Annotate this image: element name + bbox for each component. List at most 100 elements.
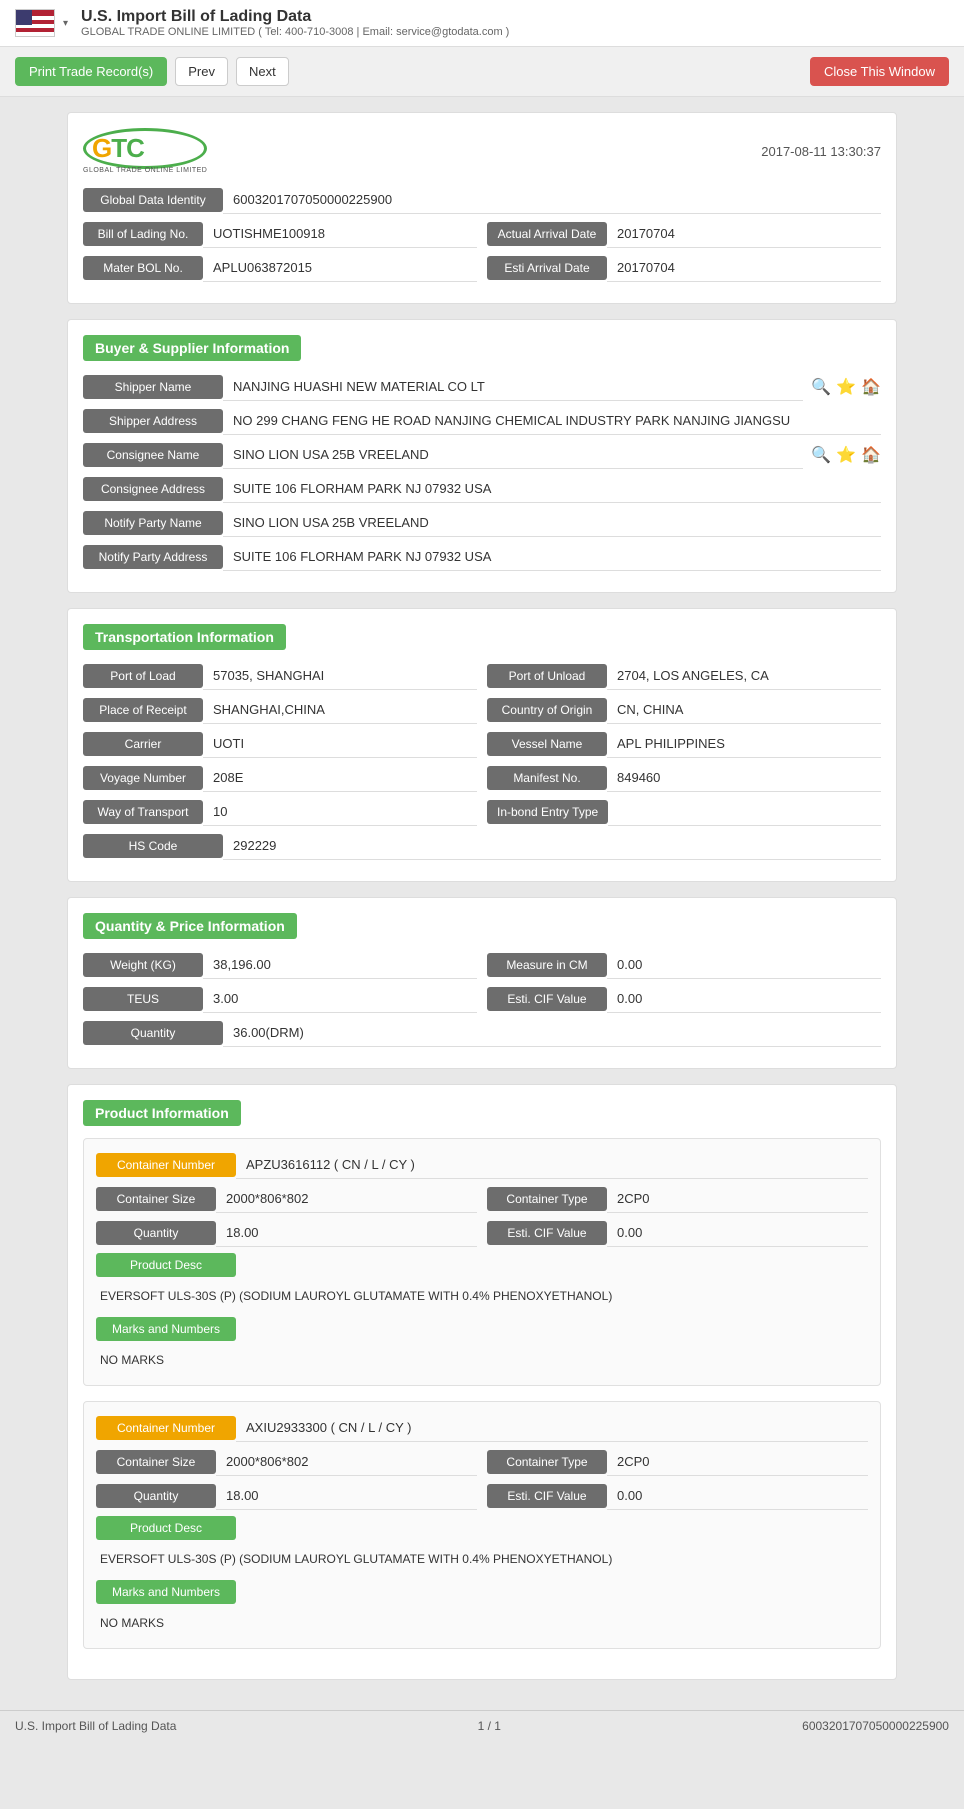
timestamp: 2017-08-11 13:30:37 <box>761 144 881 159</box>
weight-label: Weight (KG) <box>83 953 203 977</box>
container-1-type-value: 2CP0 <box>607 1185 868 1213</box>
esti-cif-qp-col: Esti. CIF Value 0.00 <box>487 985 881 1013</box>
container-1-type-label: Container Type <box>487 1187 607 1211</box>
footer-middle: 1 / 1 <box>478 1719 501 1733</box>
container-2-qty-label: Quantity <box>96 1484 216 1508</box>
shipper-name-label: Shipper Name <box>83 375 223 399</box>
container-2-cif-value: 0.00 <box>607 1482 868 1510</box>
buyer-supplier-card: Buyer & Supplier Information Shipper Nam… <box>67 319 897 593</box>
notify-party-address-row: Notify Party Address SUITE 106 FLORHAM P… <box>83 543 881 571</box>
container-1-size-col: Container Size 2000*806*802 <box>96 1185 477 1213</box>
consignee-address-value: SUITE 106 FLORHAM PARK NJ 07932 USA <box>223 475 881 503</box>
page-title: U.S. Import Bill of Lading Data <box>81 8 509 26</box>
inbond-entry-label: In-bond Entry Type <box>487 800 608 824</box>
notify-party-name-value: SINO LION USA 25B VREELAND <box>223 509 881 537</box>
weight-col: Weight (KG) 38,196.00 <box>83 951 477 979</box>
toolbar: Print Trade Record(s) Prev Next Close Th… <box>0 47 964 97</box>
print-button[interactable]: Print Trade Record(s) <box>15 57 167 86</box>
product-info-title: Product Information <box>83 1100 241 1126</box>
container-2-qty-col: Quantity 18.00 <box>96 1482 477 1510</box>
master-bol-col: Mater BOL No. APLU063872015 <box>83 254 477 282</box>
hs-code-row: HS Code 292229 <box>83 832 881 860</box>
main-content: GTC GLOBAL TRADE ONLINE LIMITED 2017-08-… <box>52 97 912 1710</box>
page-subtitle: GLOBAL TRADE ONLINE LIMITED ( Tel: 400-7… <box>81 26 509 38</box>
weight-value: 38,196.00 <box>203 951 477 979</box>
star-icon[interactable]: ⭐ <box>836 445 856 465</box>
carrier-vessel-row: Carrier UOTI Vessel Name APL PHILIPPINES <box>83 730 881 758</box>
container-2-type-label: Container Type <box>487 1450 607 1474</box>
container-2-number-value: AXIU2933300 ( CN / L / CY ) <box>236 1414 868 1442</box>
way-inbond-row: Way of Transport 10 In-bond Entry Type <box>83 798 881 826</box>
measure-col: Measure in CM 0.00 <box>487 951 881 979</box>
container-2-desc-label: Product Desc <box>96 1516 236 1540</box>
container-1-desc-label: Product Desc <box>96 1253 236 1277</box>
container-2-desc-row: Product Desc <box>96 1516 868 1540</box>
actual-arrival-label: Actual Arrival Date <box>487 222 607 246</box>
search-icon[interactable]: 🔍 <box>811 445 831 465</box>
search-icon[interactable]: 🔍 <box>811 377 831 397</box>
notify-party-address-label: Notify Party Address <box>83 545 223 569</box>
container-2-qty-cif-row: Quantity 18.00 Esti. CIF Value 0.00 <box>96 1482 868 1510</box>
container-2-type-value: 2CP0 <box>607 1448 868 1476</box>
container-1-marks-row: Marks and Numbers <box>96 1317 868 1341</box>
voyage-col: Voyage Number 208E <box>83 764 477 792</box>
consignee-address-row: Consignee Address SUITE 106 FLORHAM PARK… <box>83 475 881 503</box>
consignee-name-value: SINO LION USA 25B VREELAND <box>223 441 803 469</box>
container-1-number-row: Container Number APZU3616112 ( CN / L / … <box>96 1151 868 1179</box>
port-load-col: Port of Load 57035, SHANGHAI <box>83 662 477 690</box>
shipper-name-icons: 🔍 ⭐ 🏠 <box>811 377 881 397</box>
prev-button[interactable]: Prev <box>175 57 228 86</box>
container-2-size-col: Container Size 2000*806*802 <box>96 1448 477 1476</box>
receipt-origin-row: Place of Receipt SHANGHAI,CHINA Country … <box>83 696 881 724</box>
consignee-address-label: Consignee Address <box>83 477 223 501</box>
footer-bar: U.S. Import Bill of Lading Data 1 / 1 60… <box>0 1710 964 1741</box>
container-2-marks-row: Marks and Numbers <box>96 1580 868 1604</box>
container-2-number-row: Container Number AXIU2933300 ( CN / L / … <box>96 1414 868 1442</box>
bol-label: Bill of Lading No. <box>83 222 203 246</box>
hs-code-label: HS Code <box>83 834 223 858</box>
port-unload-label: Port of Unload <box>487 664 607 688</box>
logo-c: C <box>126 133 144 163</box>
global-data-identity-label: Global Data Identity <box>83 188 223 212</box>
container-1-desc-row: Product Desc <box>96 1253 868 1277</box>
place-receipt-label: Place of Receipt <box>83 698 203 722</box>
container-1-qty-col: Quantity 18.00 <box>96 1219 477 1247</box>
bol-row: Bill of Lading No. UOTISHME100918 Actual… <box>83 220 881 248</box>
measure-value: 0.00 <box>607 951 881 979</box>
home-icon[interactable]: 🏠 <box>861 445 881 465</box>
container-1-cif-col: Esti. CIF Value 0.00 <box>487 1219 868 1247</box>
flag-icon <box>15 9 55 37</box>
esti-arrival-label: Esti Arrival Date <box>487 256 607 280</box>
inbond-col: In-bond Entry Type <box>487 798 881 826</box>
notify-party-name-row: Notify Party Name SINO LION USA 25B VREE… <box>83 509 881 537</box>
shipper-address-value: NO 299 CHANG FENG HE ROAD NANJING CHEMIC… <box>223 407 881 435</box>
container-1-size-type-row: Container Size 2000*806*802 Container Ty… <box>96 1185 868 1213</box>
footer-left: U.S. Import Bill of Lading Data <box>15 1719 176 1733</box>
way-transport-label: Way of Transport <box>83 800 203 824</box>
esti-arrival-value: 20170704 <box>607 254 881 282</box>
container-1-card: Container Number APZU3616112 ( CN / L / … <box>83 1138 881 1386</box>
container-2-marks-label: Marks and Numbers <box>96 1580 236 1604</box>
quantity-qp-label: Quantity <box>83 1021 223 1045</box>
country-origin-value: CN, CHINA <box>607 696 881 724</box>
place-receipt-col: Place of Receipt SHANGHAI,CHINA <box>83 696 477 724</box>
container-1-qty-cif-row: Quantity 18.00 Esti. CIF Value 0.00 <box>96 1219 868 1247</box>
global-data-identity-row: Global Data Identity 6003201707050000225… <box>83 186 881 214</box>
container-1-type-col: Container Type 2CP0 <box>487 1185 868 1213</box>
container-1-desc-text: EVERSOFT ULS-30S (P) (SODIUM LAUROYL GLU… <box>96 1283 868 1309</box>
country-origin-label: Country of Origin <box>487 698 607 722</box>
quantity-qp-row: Quantity 36.00(DRM) <box>83 1019 881 1047</box>
port-row: Port of Load 57035, SHANGHAI Port of Unl… <box>83 662 881 690</box>
top-bar-title-block: U.S. Import Bill of Lading Data GLOBAL T… <box>81 8 509 38</box>
next-button[interactable]: Next <box>236 57 289 86</box>
shipper-address-row: Shipper Address NO 299 CHANG FENG HE ROA… <box>83 407 881 435</box>
star-icon[interactable]: ⭐ <box>836 377 856 397</box>
close-button[interactable]: Close This Window <box>810 57 949 86</box>
container-2-card: Container Number AXIU2933300 ( CN / L / … <box>83 1401 881 1649</box>
quantity-qp-value: 36.00(DRM) <box>223 1019 881 1047</box>
container-1-cif-label: Esti. CIF Value <box>487 1221 607 1245</box>
manifest-no-label: Manifest No. <box>487 766 607 790</box>
dropdown-arrow-icon[interactable]: ▾ <box>63 18 68 29</box>
container-1-cif-value: 0.00 <box>607 1219 868 1247</box>
home-icon[interactable]: 🏠 <box>861 377 881 397</box>
